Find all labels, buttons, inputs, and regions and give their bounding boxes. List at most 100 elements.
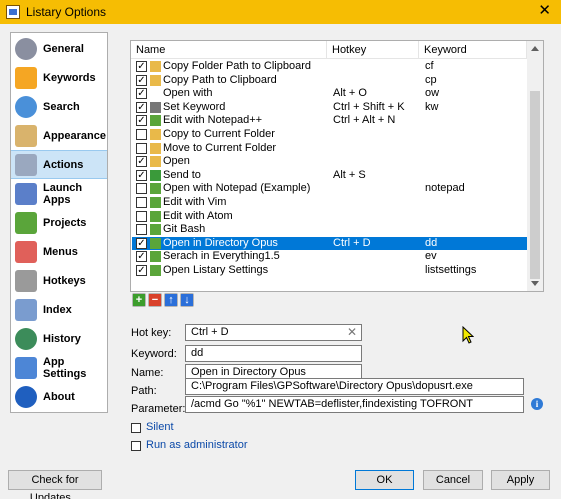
keyword-label: Keyword:: [131, 348, 177, 360]
action-row[interactable]: Move to Current Folder: [132, 142, 528, 156]
actions-icon: [15, 153, 37, 176]
action-enabled-checkbox[interactable]: ✓: [136, 169, 147, 181]
sidebar-item-hotkeys[interactable]: Hotkeys: [11, 266, 107, 295]
action-keyword: ow: [425, 87, 440, 100]
action-enabled-checkbox[interactable]: ✓: [136, 251, 147, 263]
action-enabled-checkbox[interactable]: ✓: [136, 115, 147, 127]
action-row[interactable]: Edit with Atom: [132, 210, 528, 224]
action-enabled-checkbox[interactable]: [136, 224, 147, 236]
path-field[interactable]: C:\Program Files\GPSoftware\Directory Op…: [185, 378, 524, 395]
send-to-icon: [150, 169, 161, 181]
action-enabled-checkbox[interactable]: [136, 183, 147, 195]
run-as-admin-label[interactable]: Run as administrator: [146, 439, 248, 451]
sidebar-item-app-settings[interactable]: App Settings: [11, 353, 107, 382]
hotkey-field[interactable]: Ctrl + D: [185, 324, 362, 341]
puzzle-icon: [150, 237, 161, 249]
sidebar-item-search[interactable]: Search: [11, 92, 107, 121]
add-action-button[interactable]: +: [132, 293, 146, 307]
action-row[interactable]: Edit with Vim: [132, 196, 528, 210]
index-icon: [15, 298, 37, 321]
listary-app-icon: [6, 5, 20, 19]
scroll-down-icon[interactable]: [531, 281, 539, 286]
check-updates-button[interactable]: Check for Updates...: [8, 470, 102, 499]
close-icon[interactable]: ✕: [538, 3, 551, 19]
parameter-field[interactable]: /acmd Go "%1" NEWTAB=deflister,findexist…: [185, 396, 524, 413]
action-hotkey: Alt + O: [333, 87, 367, 100]
move-up-icon: ↑: [165, 294, 177, 306]
remove-action-button[interactable]: −: [148, 293, 162, 307]
action-enabled-checkbox[interactable]: ✓: [136, 88, 147, 100]
sidebar-item-menus[interactable]: Menus: [11, 237, 107, 266]
column-header-name[interactable]: Name: [131, 41, 327, 59]
action-row[interactable]: Git Bash: [132, 223, 528, 237]
action-row[interactable]: ✓ Open Listary Settings listsettings: [132, 264, 528, 278]
add-icon: +: [133, 294, 145, 306]
list-header: Name Hotkey Keyword: [131, 41, 527, 59]
puzzle-icon: [150, 197, 161, 208]
sidebar-item-about[interactable]: About: [11, 382, 107, 411]
action-name: Edit with Notepad++: [163, 114, 263, 127]
launch-apps-icon: [15, 182, 37, 205]
sidebar-item-actions[interactable]: Actions: [11, 150, 107, 179]
action-keyword: notepad: [425, 182, 465, 195]
action-name: Send to: [163, 168, 201, 181]
gear-icon: [15, 37, 37, 60]
scroll-thumb[interactable]: [530, 91, 540, 279]
action-enabled-checkbox[interactable]: ✓: [136, 61, 147, 72]
action-enabled-checkbox[interactable]: ✓: [136, 101, 147, 113]
copy-folder-icon: [150, 129, 161, 140]
sidebar-item-keywords[interactable]: Keywords: [11, 63, 107, 92]
move-up-button[interactable]: ↑: [164, 293, 178, 307]
keyword-field[interactable]: dd: [185, 345, 362, 362]
action-name: Edit with Atom: [163, 209, 233, 222]
silent-label[interactable]: Silent: [146, 421, 174, 433]
silent-checkbox[interactable]: [131, 423, 141, 433]
action-name: Copy Folder Path to Clipboard: [163, 60, 311, 72]
puzzle-icon: [150, 210, 161, 222]
action-keyword: cf: [425, 60, 434, 72]
action-keyword: listsettings: [425, 264, 477, 276]
run-as-admin-checkbox[interactable]: [131, 441, 141, 451]
action-enabled-checkbox[interactable]: [136, 197, 147, 208]
action-hotkey: Ctrl + Alt + N: [333, 114, 396, 127]
action-keyword: kw: [425, 100, 439, 113]
sidebar-item-general[interactable]: General: [11, 34, 107, 63]
action-row[interactable]: ✓ Copy Path to Clipboard cp: [132, 74, 528, 88]
action-enabled-checkbox[interactable]: ✓: [136, 265, 147, 276]
app-settings-icon: [15, 356, 37, 379]
apply-button[interactable]: Apply: [491, 470, 550, 490]
sidebar-item-index[interactable]: Index: [11, 295, 107, 324]
cancel-button[interactable]: Cancel: [423, 470, 483, 490]
column-header-keyword[interactable]: Keyword: [419, 41, 527, 59]
sidebar-item-projects[interactable]: Projects: [11, 208, 107, 237]
action-enabled-checkbox[interactable]: ✓: [136, 74, 147, 86]
sidebar-item-history[interactable]: History: [11, 324, 107, 353]
action-row[interactable]: ✓ Send to Alt + S: [132, 169, 528, 183]
ok-button[interactable]: OK: [355, 470, 414, 490]
action-row[interactable]: ✓ Set Keyword Ctrl + Shift + K kw: [132, 101, 528, 115]
action-row[interactable]: Copy to Current Folder: [132, 128, 528, 142]
action-row[interactable]: ✓ Edit with Notepad++ Ctrl + Alt + N: [132, 114, 528, 128]
action-row[interactable]: Open with Notepad (Example) notepad: [132, 182, 528, 196]
action-enabled-checkbox[interactable]: ✓: [136, 156, 147, 168]
list-scrollbar[interactable]: [527, 41, 543, 291]
action-row[interactable]: ✓ Open with Alt + O ow: [132, 87, 528, 101]
clear-hotkey-icon[interactable]: ✕: [347, 325, 357, 339]
move-down-button[interactable]: ↓: [180, 293, 194, 307]
action-enabled-checkbox[interactable]: [136, 129, 147, 140]
action-row[interactable]: ✓ Copy Folder Path to Clipboard cf: [132, 60, 528, 74]
actions-list[interactable]: Name Hotkey Keyword ✓ Copy Folder Path to…: [130, 40, 544, 292]
action-row[interactable]: ✓ Serach in Everything1.5 ev: [132, 250, 528, 264]
action-enabled-checkbox[interactable]: [136, 210, 147, 222]
action-row[interactable]: ✓ Open: [132, 155, 528, 169]
action-row[interactable]: ✓ Open in Directory Opus Ctrl + D dd: [132, 236, 528, 251]
magnifier-icon: [15, 95, 37, 118]
sidebar-item-appearance[interactable]: Appearance: [11, 121, 107, 150]
sidebar-item-launch-apps[interactable]: Launch Apps: [11, 179, 107, 208]
action-keyword: ev: [425, 250, 437, 263]
parameter-info-icon[interactable]: i: [531, 398, 543, 410]
column-header-hotkey[interactable]: Hotkey: [327, 41, 419, 59]
scroll-up-icon[interactable]: [531, 46, 539, 51]
action-enabled-checkbox[interactable]: [136, 142, 147, 154]
action-enabled-checkbox[interactable]: ✓: [136, 237, 147, 249]
